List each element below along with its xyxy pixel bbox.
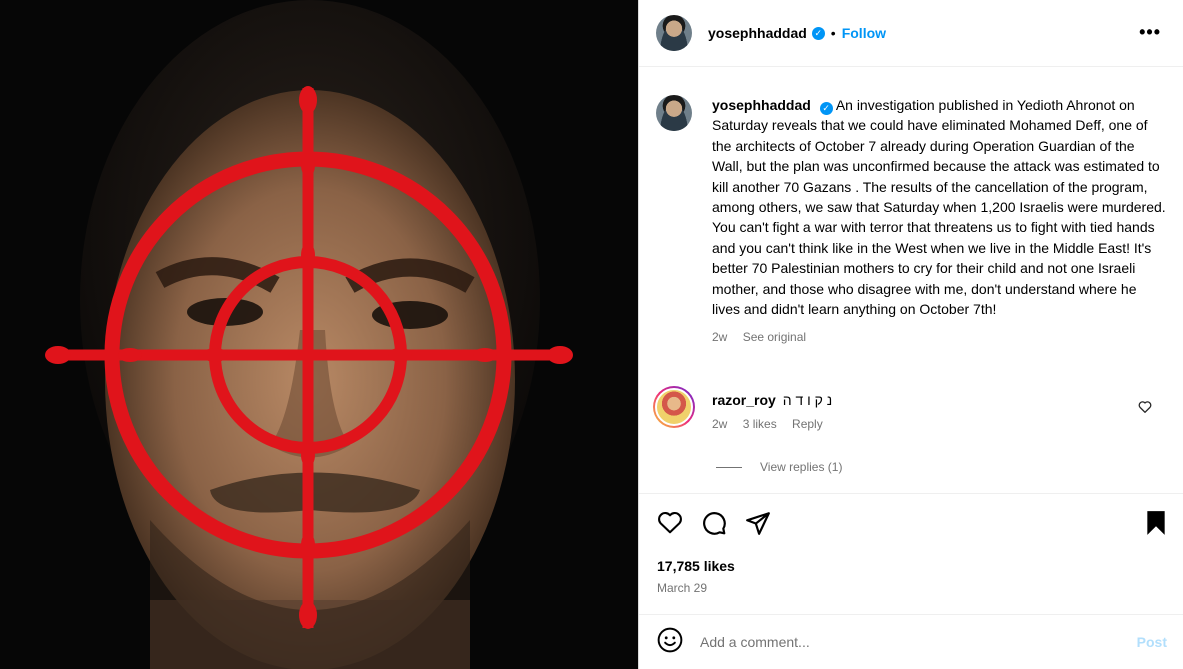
comment-text: נ ק ו ד ה [782, 392, 833, 408]
comment-input[interactable] [700, 634, 1100, 650]
comment-time[interactable]: 2w [712, 417, 727, 431]
action-bar: 17,785 likes March 29 [639, 493, 1183, 623]
comment-icon[interactable] [701, 510, 727, 541]
comment-likes[interactable]: 3 likes [743, 417, 777, 431]
caption-time[interactable]: 2w [712, 330, 727, 344]
separator-dot: • [830, 25, 836, 41]
commenter-avatar[interactable] [653, 386, 695, 428]
verified-icon: ✓ [819, 102, 833, 115]
bookmark-icon[interactable] [1145, 510, 1167, 541]
share-icon[interactable] [745, 510, 771, 541]
emoji-icon[interactable] [657, 627, 683, 658]
heart-icon[interactable] [657, 510, 683, 539]
more-icon[interactable]: ••• [1139, 22, 1161, 43]
post-image-artwork [0, 0, 638, 669]
reply-button[interactable]: Reply [792, 417, 823, 431]
comment-row: razor_roy נ ק ו ד ה 2w 3 likes Reply [653, 386, 1166, 431]
post-button[interactable]: Post [1137, 634, 1167, 650]
author-username[interactable]: yosephhaddad [708, 25, 807, 41]
view-replies-label: View replies (1) [760, 460, 843, 474]
post-header: yosephhaddad ✓ • Follow ••• [639, 0, 1183, 67]
view-replies-button[interactable]: View replies (1) [716, 460, 842, 474]
caption-username[interactable]: yosephhaddad [712, 97, 811, 113]
view-replies-line [716, 466, 742, 468]
see-original-link[interactable]: See original [743, 330, 806, 344]
likes-count[interactable]: 17,785 likes [657, 558, 735, 574]
caption-text: An investigation published in Yedioth Ah… [712, 97, 1166, 318]
caption-avatar[interactable] [656, 95, 692, 131]
follow-button[interactable]: Follow [842, 25, 886, 41]
comment-username[interactable]: razor_roy [712, 392, 776, 408]
comment-heart-icon[interactable] [1138, 400, 1152, 416]
author-avatar[interactable] [656, 15, 692, 51]
caption: yosephhaddad ✓ An investigation publishe… [656, 95, 1166, 348]
post-details-panel: yosephhaddad ✓ • Follow ••• yosephhaddad… [638, 0, 1183, 669]
verified-icon: ✓ [811, 26, 825, 40]
post-date[interactable]: March 29 [657, 581, 707, 595]
comment-bar: Post [639, 614, 1183, 669]
post-image[interactable] [0, 0, 638, 669]
